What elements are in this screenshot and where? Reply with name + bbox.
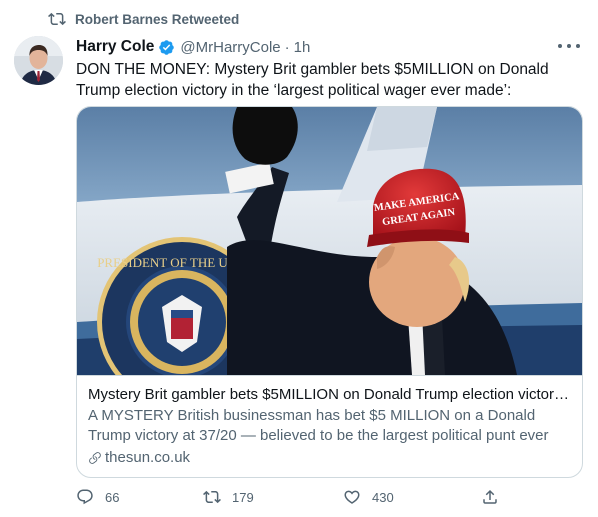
more-icon[interactable] xyxy=(558,38,580,54)
reply-icon xyxy=(77,489,93,505)
card-domain: thesun.co.uk xyxy=(88,448,571,468)
retweet-label: Robert Barnes Retweeted xyxy=(75,12,240,27)
card-title: Mystery Brit gambler bets $5MILLION on D… xyxy=(88,386,571,403)
tweet-text: DON THE MONEY: Mystery Brit gambler bets… xyxy=(76,61,549,99)
retweet-button[interactable]: 179 xyxy=(203,486,254,508)
card-image[interactable]: PRESIDENT OF THE UNITED MAKE AMERICA GRE… xyxy=(77,107,582,375)
retweet-count: 179 xyxy=(232,489,254,505)
card-domain-text: thesun.co.uk xyxy=(105,449,191,466)
author-name[interactable]: Harry Cole xyxy=(76,38,154,56)
card-body[interactable]: Mystery Brit gambler bets $5MILLION on D… xyxy=(77,375,582,477)
card-description: A MYSTERY British businessman has bet $5… xyxy=(88,407,549,444)
author-handle[interactable]: @MrHarryCole xyxy=(180,39,280,56)
verified-badge-icon xyxy=(159,39,175,55)
separator-dot: · xyxy=(284,38,290,56)
share-icon xyxy=(483,489,497,504)
tweet-time[interactable]: 1h xyxy=(294,39,311,56)
retweet-icon xyxy=(48,12,66,26)
reply-count: 66 xyxy=(105,489,120,505)
like-button[interactable]: 430 xyxy=(343,486,394,508)
avatar[interactable] xyxy=(14,36,63,85)
action-bar: 66 179 430 xyxy=(76,486,516,508)
link-icon xyxy=(89,452,101,464)
share-button[interactable] xyxy=(481,486,499,508)
like-icon xyxy=(344,490,360,504)
tweet-header: Harry Cole @MrHarryCole · 1h xyxy=(76,37,310,57)
like-count: 430 xyxy=(372,489,394,505)
link-card[interactable]: PRESIDENT OF THE UNITED MAKE AMERICA GRE… xyxy=(76,106,583,478)
reply-button[interactable]: 66 xyxy=(76,486,119,508)
retweet-icon xyxy=(203,490,221,504)
